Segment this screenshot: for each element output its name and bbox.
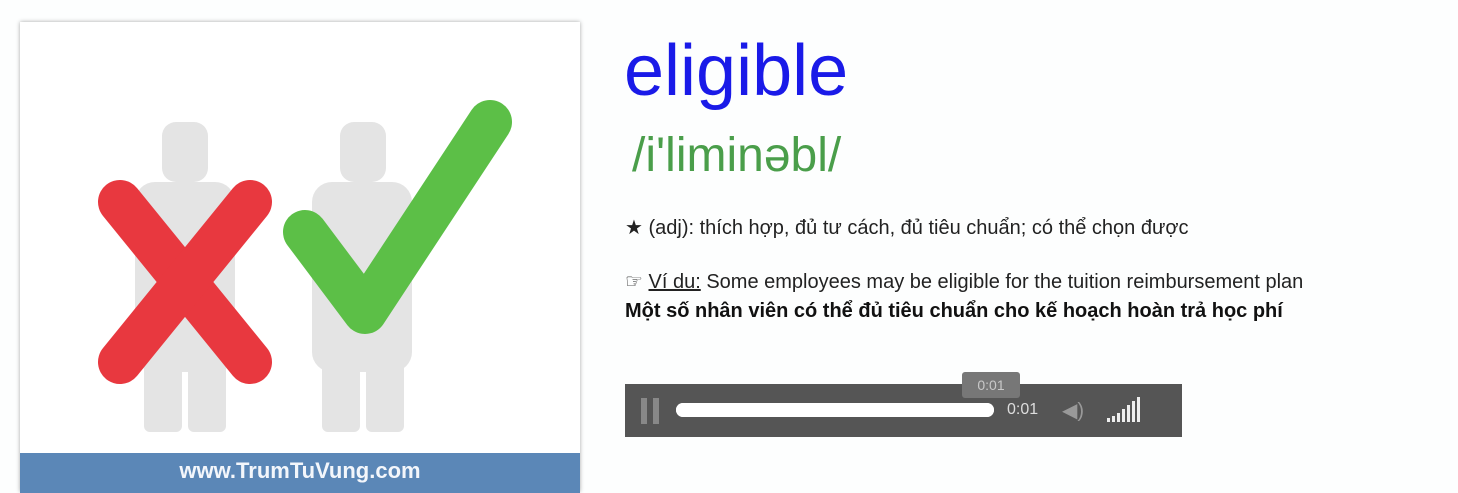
vocabulary-word: eligible xyxy=(624,31,849,111)
progress-slider[interactable] xyxy=(676,403,994,417)
time-tooltip: 0:01 xyxy=(962,372,1020,398)
definition-text: (adj): thích hợp, đủ tư cách, đủ tiêu ch… xyxy=(648,217,1189,239)
example: ☞ Ví du: Some employees may be eligible … xyxy=(625,269,1303,294)
example-label: Ví du: xyxy=(648,271,701,293)
people-holding-cross-and-check-illustration xyxy=(98,100,512,432)
star-icon: ★ xyxy=(625,217,643,239)
pointing-hand-icon: ☞ xyxy=(625,271,643,293)
phonetic-transcription: /i'liminəbl/ xyxy=(632,129,842,182)
progress-fill xyxy=(676,403,994,417)
pause-button[interactable] xyxy=(641,398,661,424)
site-banner: www.TrumTuVung.com xyxy=(20,453,580,493)
current-time: 0:01 xyxy=(1007,401,1039,418)
example-translation: Một số nhân viên có thể đủ tiêu chuẩn ch… xyxy=(625,300,1283,322)
audio-player: 0:01 0:01 ◀) xyxy=(625,372,1182,437)
word-image-card: www.TrumTuVung.com xyxy=(20,22,580,493)
volume-slider[interactable] xyxy=(1107,397,1142,422)
definition: ★ (adj): thích hợp, đủ tư cách, đủ tiêu … xyxy=(625,215,1188,240)
volume-icon[interactable]: ◀) xyxy=(1062,398,1084,423)
example-text: Some employees may be eligible for the t… xyxy=(706,271,1304,293)
